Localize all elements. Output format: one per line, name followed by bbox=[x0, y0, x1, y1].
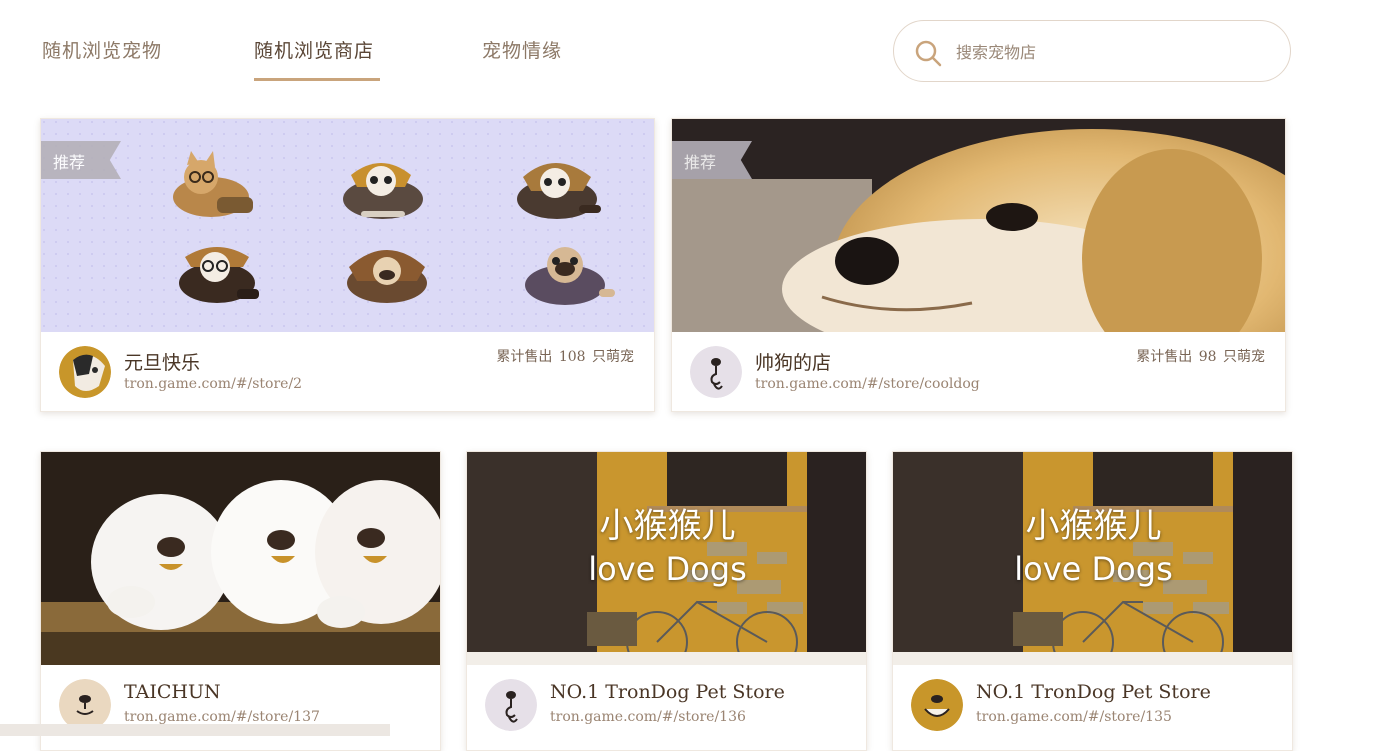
store-url[interactable]: tron.game.com/#/store/cooldog bbox=[755, 376, 980, 392]
store-name[interactable]: NO.1 TronDog Pet Store bbox=[550, 681, 785, 703]
recommended-badge: 推荐 bbox=[41, 141, 121, 179]
store-card-footer: 元旦快乐 tron.game.com/#/store/2 累计售出 108 只萌… bbox=[41, 332, 654, 411]
sold-suffix: 只萌宠 bbox=[592, 349, 634, 365]
store-card[interactable]: 小猴猴儿 love Dogs NO.1 TronDog Pet Store tr… bbox=[892, 451, 1293, 751]
dog-nose-icon bbox=[485, 679, 537, 731]
store-card[interactable]: 推荐 帅狗的店 tron.game.com/#/store/cooldog 累计… bbox=[671, 118, 1286, 412]
store-card-footer: NO.1 TronDog Pet Store tron.game.com/#/s… bbox=[467, 665, 866, 750]
store-url[interactable]: tron.game.com/#/store/137 bbox=[124, 709, 320, 725]
tab-browse-pets[interactable]: 随机浏览宠物 bbox=[42, 36, 162, 63]
store-cover-image[interactable]: 小猴猴儿 love Dogs bbox=[893, 452, 1292, 665]
cover-title: 小猴猴儿 love Dogs bbox=[893, 504, 1292, 590]
cover-title-line1: 小猴猴儿 bbox=[1025, 506, 1162, 546]
cover-title: 小猴猴儿 love Dogs bbox=[467, 504, 866, 590]
cover-title-line1: 小猴猴儿 bbox=[599, 506, 736, 546]
store-avatar[interactable] bbox=[690, 346, 742, 398]
active-tab-indicator bbox=[254, 78, 380, 81]
recommended-badge: 推荐 bbox=[672, 141, 752, 179]
sold-suffix: 只萌宠 bbox=[1223, 349, 1265, 365]
store-url[interactable]: tron.game.com/#/store/2 bbox=[124, 376, 302, 392]
store-name[interactable]: NO.1 TronDog Pet Store bbox=[976, 681, 1211, 703]
cover-title-line2: love Dogs bbox=[588, 550, 747, 588]
store-card-footer: NO.1 TronDog Pet Store tron.game.com/#/s… bbox=[893, 665, 1292, 750]
recommended-badge-label: 推荐 bbox=[684, 153, 717, 172]
cover-title-line2: love Dogs bbox=[1014, 550, 1173, 588]
recommended-badge-label: 推荐 bbox=[53, 153, 86, 172]
store-card[interactable]: 推荐 元旦快乐 tron.game.com/#/store/2 累计售出 108… bbox=[40, 118, 655, 412]
sold-count: 累计售出 98 只萌宠 bbox=[1136, 346, 1265, 366]
golden-puppy-image bbox=[672, 119, 1285, 332]
store-url[interactable]: tron.game.com/#/store/136 bbox=[550, 709, 746, 725]
store-cover-image[interactable] bbox=[672, 119, 1285, 332]
store-name[interactable]: TAICHUN bbox=[124, 681, 221, 703]
store-url[interactable]: tron.game.com/#/store/135 bbox=[976, 709, 1172, 725]
store-card-footer: TAICHUN tron.game.com/#/store/137 bbox=[41, 665, 440, 750]
tab-pet-romance[interactable]: 宠物情缘 bbox=[482, 36, 562, 63]
dog-nose-icon bbox=[690, 346, 742, 398]
store-avatar[interactable] bbox=[59, 346, 111, 398]
top-nav: 随机浏览宠物 随机浏览商店 宠物情缘 bbox=[0, 0, 1400, 100]
white-puppies-image bbox=[41, 452, 440, 665]
search-input[interactable] bbox=[954, 35, 1268, 69]
store-cover-image[interactable] bbox=[41, 452, 440, 665]
cat-stickers-image bbox=[41, 119, 654, 332]
store-cover-image[interactable]: 小猴猴儿 love Dogs bbox=[467, 452, 866, 665]
dog-face-gold-icon bbox=[911, 679, 963, 731]
sold-count: 累计售出 108 只萌宠 bbox=[496, 346, 634, 366]
search-icon[interactable] bbox=[914, 39, 942, 67]
tab-browse-stores[interactable]: 随机浏览商店 bbox=[254, 36, 374, 63]
search-box[interactable] bbox=[893, 20, 1291, 82]
sold-prefix: 累计售出 bbox=[1136, 349, 1193, 365]
dog-avatar-icon bbox=[59, 346, 111, 398]
store-avatar[interactable] bbox=[911, 679, 963, 731]
store-avatar[interactable] bbox=[485, 679, 537, 731]
store-card[interactable]: TAICHUN tron.game.com/#/store/137 bbox=[40, 451, 441, 751]
sold-number: 108 bbox=[558, 349, 586, 365]
store-card[interactable]: 小猴猴儿 love Dogs NO.1 TronDog Pet Store tr… bbox=[466, 451, 867, 751]
store-cover-image[interactable] bbox=[41, 119, 654, 332]
sold-number: 98 bbox=[1198, 349, 1217, 365]
sold-prefix: 累计售出 bbox=[496, 349, 553, 365]
store-name[interactable]: 帅狗的店 bbox=[755, 348, 831, 375]
bottom-scroll-strip bbox=[0, 724, 390, 736]
store-name[interactable]: 元旦快乐 bbox=[124, 348, 200, 375]
store-card-footer: 帅狗的店 tron.game.com/#/store/cooldog 累计售出 … bbox=[672, 332, 1285, 411]
